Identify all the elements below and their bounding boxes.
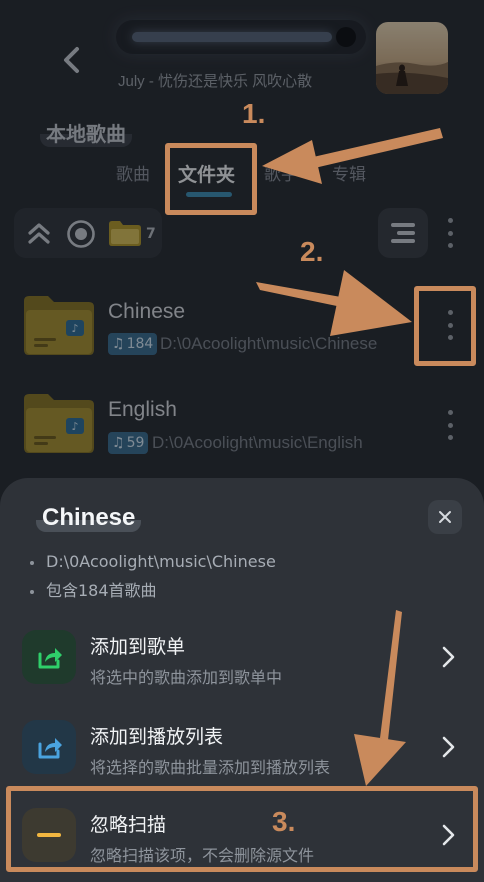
step-2-label: 2. <box>300 236 324 267</box>
svg-text:♪: ♪ <box>71 322 78 335</box>
sort-icon <box>391 223 415 243</box>
playback-progress-knob[interactable] <box>336 27 356 47</box>
tab-artists[interactable]: 歌手 <box>264 160 298 185</box>
sheet-title: Chinese <box>36 504 142 532</box>
close-button[interactable] <box>428 500 462 534</box>
locate-icon[interactable] <box>66 219 96 249</box>
menu-title: 添加到播放列表 <box>90 726 224 748</box>
step-1-label: 1. <box>242 98 266 129</box>
chevron-right-icon <box>442 736 455 758</box>
folder-path: D:\0Acoolight\music\Chinese <box>160 334 378 353</box>
chevron-left-icon <box>64 47 79 73</box>
add-to-playlist-item[interactable]: 添加到歌单 将选中的歌曲添加到歌单中 <box>0 614 484 702</box>
tab-songs[interactable]: 歌曲 <box>116 160 150 185</box>
folder-icon <box>108 219 142 247</box>
share-to-playlist-icon <box>22 630 76 684</box>
page-title: 本地歌曲 <box>40 118 132 147</box>
folder-row-chinese[interactable]: ♪ Chinese ♫ 184 D:\0Acoolight\music\Chine… <box>0 276 484 372</box>
sort-button[interactable] <box>378 208 428 258</box>
svg-text:♪: ♪ <box>71 420 78 433</box>
share-to-queue-icon <box>22 720 76 774</box>
now-playing-text[interactable]: July - 忧伤还是快乐 风吹心散 <box>118 70 368 91</box>
album-art-image <box>376 22 448 94</box>
menu-subtitle: 将选中的歌曲添加到歌单中 <box>90 668 283 687</box>
folder-row-english[interactable]: ♪ English ♫ 59 D:\0Acoolight\music\Englis… <box>0 376 484 472</box>
music-note-icon: ♫ <box>112 336 125 352</box>
music-folder-icon: ♪ <box>22 294 96 356</box>
step-3-highlight-box <box>6 786 478 872</box>
detail-path: D:\0Acoolight\music\Chinese <box>30 552 276 571</box>
step-3-label: 3. <box>272 806 296 837</box>
more-options-button[interactable] <box>446 218 454 248</box>
menu-title: 添加到歌单 <box>90 636 186 658</box>
folder-path: D:\0Acoolight\music\English <box>152 433 363 452</box>
tab-albums[interactable]: 专辑 <box>332 160 366 185</box>
song-count: 59 <box>126 435 145 451</box>
back-button[interactable] <box>54 42 90 78</box>
step-2-highlight-box <box>414 286 476 366</box>
music-folder-icon: ♪ <box>22 392 96 454</box>
collapse-all-icon[interactable] <box>26 221 52 247</box>
detail-song-count: 包含184首歌曲 <box>30 577 157 601</box>
song-count-badge: ♫ 59 <box>108 432 149 454</box>
playback-progress-bar[interactable] <box>132 32 332 42</box>
folder-name: English <box>108 398 177 421</box>
song-count: 184 <box>126 336 154 352</box>
folder-more-button[interactable] <box>446 410 454 440</box>
add-to-queue-item[interactable]: 添加到播放列表 将选择的歌曲批量添加到播放列表 <box>0 704 484 792</box>
chevron-right-icon <box>442 646 455 668</box>
menu-subtitle: 将选择的歌曲批量添加到播放列表 <box>90 758 331 777</box>
step-1-highlight-box <box>165 143 257 215</box>
folder-count: 7 <box>146 226 156 242</box>
song-count-badge: ♫ 184 <box>108 333 158 355</box>
close-icon <box>439 511 451 523</box>
folder-name: Chinese <box>108 300 186 323</box>
music-note-icon: ♫ <box>112 435 125 451</box>
album-art[interactable] <box>376 22 448 94</box>
